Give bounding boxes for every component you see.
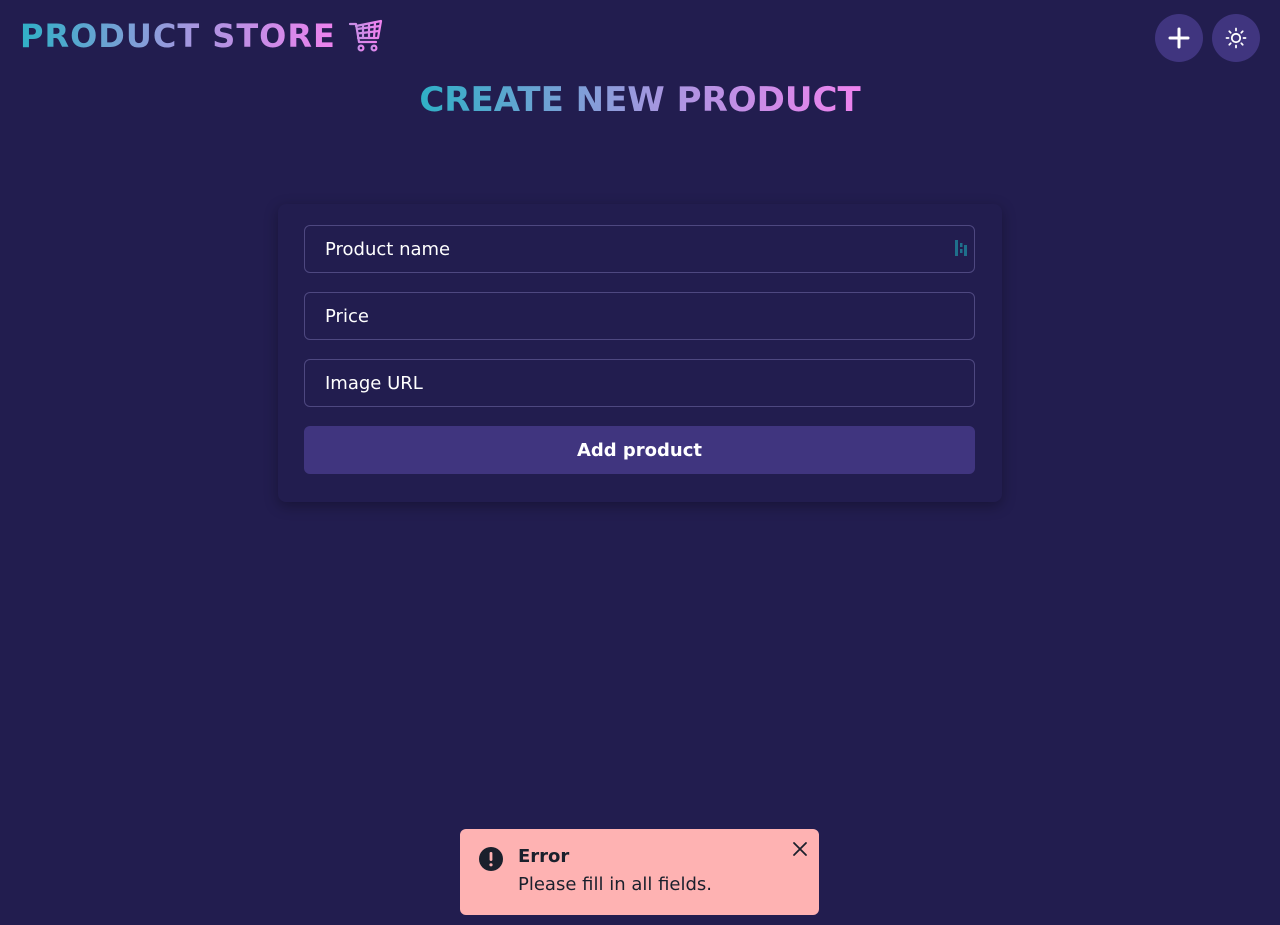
plus-icon [1168,27,1190,49]
brand-title: PRODUCT STORE [20,17,336,55]
create-product-button[interactable] [1155,14,1203,62]
toast-description: Please fill in all fields. [518,874,713,895]
navbar: PRODUCT STORE [0,0,1280,76]
close-icon[interactable] [791,840,809,858]
page-title-text: CREATE NEW PRODUCT [419,80,861,120]
alert-circle-icon [479,847,503,871]
toast-title: Error [518,846,570,867]
price-input[interactable] [304,292,975,340]
toggle-theme-button[interactable] [1212,14,1260,62]
password-manager-icon[interactable] [953,239,969,257]
image-url-input[interactable] [304,359,975,407]
product-name-input[interactable] [304,225,975,273]
shopping-cart-icon [348,19,382,52]
sun-icon [1225,27,1247,49]
add-product-button[interactable]: Add product [304,426,975,474]
page-title: CREATE NEW PRODUCT [0,78,1280,122]
brand-link[interactable]: PRODUCT STORE [20,16,384,56]
error-toast: Error Please fill in all fields. [460,829,819,915]
